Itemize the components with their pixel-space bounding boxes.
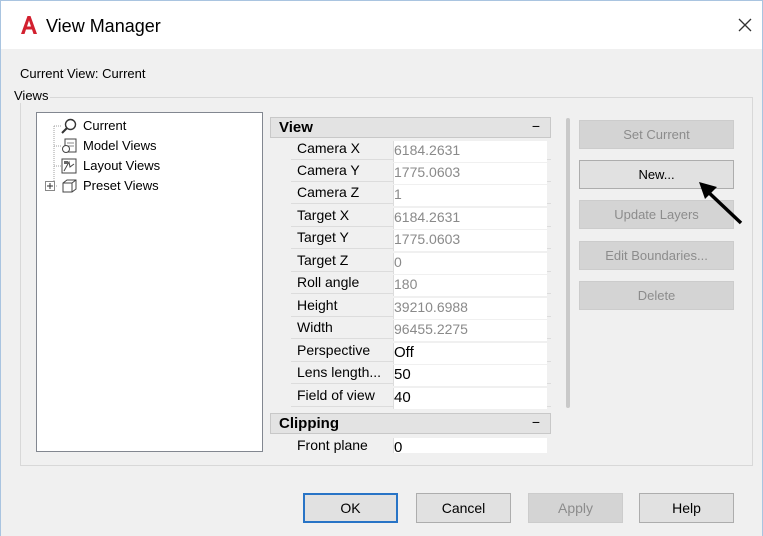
property-name: Camera Z <box>297 184 360 200</box>
collapse-icon[interactable]: − <box>532 414 540 430</box>
property-row[interactable]: Target Y 1775.0603 <box>291 227 551 251</box>
property-name: Width <box>297 319 333 335</box>
properties-scrollbar[interactable] <box>566 118 570 408</box>
property-name: Lens length... <box>297 364 382 380</box>
section-title: Clipping <box>279 415 339 432</box>
property-row[interactable]: Target X 6184.2631 <box>291 205 551 229</box>
layout-views-icon <box>61 158 77 174</box>
autocad-logo-icon <box>21 16 37 34</box>
close-icon[interactable] <box>729 9 761 41</box>
view-manager-dialog: View Manager Current View: Current Views… <box>0 0 763 536</box>
ok-button[interactable]: OK <box>303 493 398 523</box>
property-name: Camera X <box>297 140 361 156</box>
collapse-icon[interactable]: − <box>532 118 540 134</box>
property-value[interactable]: 1775.0603 <box>393 230 547 251</box>
section-title: View <box>279 119 313 136</box>
property-row[interactable]: Target Z 0 <box>291 250 551 274</box>
property-row[interactable]: Camera Y 1775.0603 <box>291 160 551 184</box>
property-value-text: 0 <box>394 254 402 270</box>
property-value-text: 6184.2631 <box>394 142 461 158</box>
property-value[interactable]: 180 <box>393 275 547 296</box>
property-value-text: Off <box>394 344 414 361</box>
cancel-button[interactable]: Cancel <box>416 493 511 523</box>
tree-item-label: Current <box>83 118 127 133</box>
tree-item-label: Preset Views <box>83 178 159 193</box>
property-value-text: 0 <box>394 439 403 453</box>
property-name: Target Z <box>297 252 349 268</box>
property-value[interactable]: 0 <box>393 253 547 274</box>
property-name: Perspective <box>297 342 371 358</box>
apply-button[interactable]: Apply <box>528 493 623 523</box>
property-value[interactable]: 96455.2275 <box>393 320 547 341</box>
window-title: View Manager <box>46 16 161 36</box>
property-value-text: 1 <box>394 186 402 202</box>
delete-button[interactable]: Delete <box>579 281 734 310</box>
property-row[interactable]: Roll angle 180 <box>291 272 551 296</box>
property-value[interactable]: 40 <box>393 388 547 409</box>
property-value-text: 180 <box>394 276 418 292</box>
property-value-text: 1775.0603 <box>394 231 461 247</box>
view-section-header[interactable]: View − <box>270 117 551 138</box>
magnifier-icon <box>61 118 77 134</box>
property-value[interactable]: 6184.2631 <box>393 141 547 162</box>
property-name: Front plane <box>297 437 368 453</box>
edit-boundaries-button[interactable]: Edit Boundaries... <box>579 241 734 270</box>
views-tree[interactable]: Current Model Views Layout Views Preset … <box>36 112 263 452</box>
title-bar[interactable]: View Manager <box>1 1 762 49</box>
property-value[interactable]: 50 <box>393 365 547 386</box>
property-row[interactable]: Width 96455.2275 <box>291 317 551 341</box>
property-row[interactable]: Camera Z 1 <box>291 182 551 206</box>
current-view-label: Current View: Current <box>20 66 146 81</box>
properties-panel[interactable]: View − Camera X 6184.2631 Camera Y 1775.… <box>269 115 552 453</box>
property-value[interactable]: 0 <box>393 438 547 453</box>
property-row[interactable]: Perspective Off <box>291 340 551 364</box>
property-value-text: 40 <box>394 389 411 406</box>
property-row[interactable]: Height 39210.6988 <box>291 295 551 319</box>
dialog-body: Current View: Current Views Current Mode… <box>1 49 762 536</box>
property-value[interactable]: Off <box>393 343 547 364</box>
property-value-text: 39210.6988 <box>394 299 468 315</box>
property-name: Field of view <box>297 387 375 403</box>
property-row[interactable]: Camera X 6184.2631 <box>291 138 551 162</box>
model-views-icon <box>62 138 77 153</box>
expand-plus-icon[interactable] <box>45 181 55 191</box>
views-group-title: Views <box>12 88 51 103</box>
property-value-text: 1775.0603 <box>394 164 461 180</box>
property-name: Camera Y <box>297 162 360 178</box>
property-row[interactable]: Lens length... 50 <box>291 362 551 386</box>
property-value-text: 6184.2631 <box>394 209 461 225</box>
annotation-arrow-icon <box>699 182 743 225</box>
tree-item-label: Layout Views <box>83 158 161 173</box>
property-name: Height <box>297 297 338 313</box>
property-value-text: 96455.2275 <box>394 321 468 337</box>
property-value[interactable]: 6184.2631 <box>393 208 547 229</box>
clipping-section-header[interactable]: Clipping − <box>270 413 551 434</box>
property-value[interactable]: 39210.6988 <box>393 298 547 319</box>
property-value[interactable]: 1 <box>393 185 547 206</box>
property-row[interactable]: Front plane 0 <box>291 435 551 453</box>
property-row[interactable]: Field of view 40 <box>291 385 551 409</box>
property-name: Target X <box>297 207 350 223</box>
property-value[interactable]: 1775.0603 <box>393 163 547 184</box>
preset-views-icon <box>62 179 77 193</box>
tree-item-label: Model Views <box>83 138 157 153</box>
property-name: Target Y <box>297 229 349 245</box>
property-value-text: 50 <box>394 366 411 383</box>
set-current-button[interactable]: Set Current <box>579 120 734 149</box>
help-button[interactable]: Help <box>639 493 734 523</box>
property-name: Roll angle <box>297 274 360 290</box>
